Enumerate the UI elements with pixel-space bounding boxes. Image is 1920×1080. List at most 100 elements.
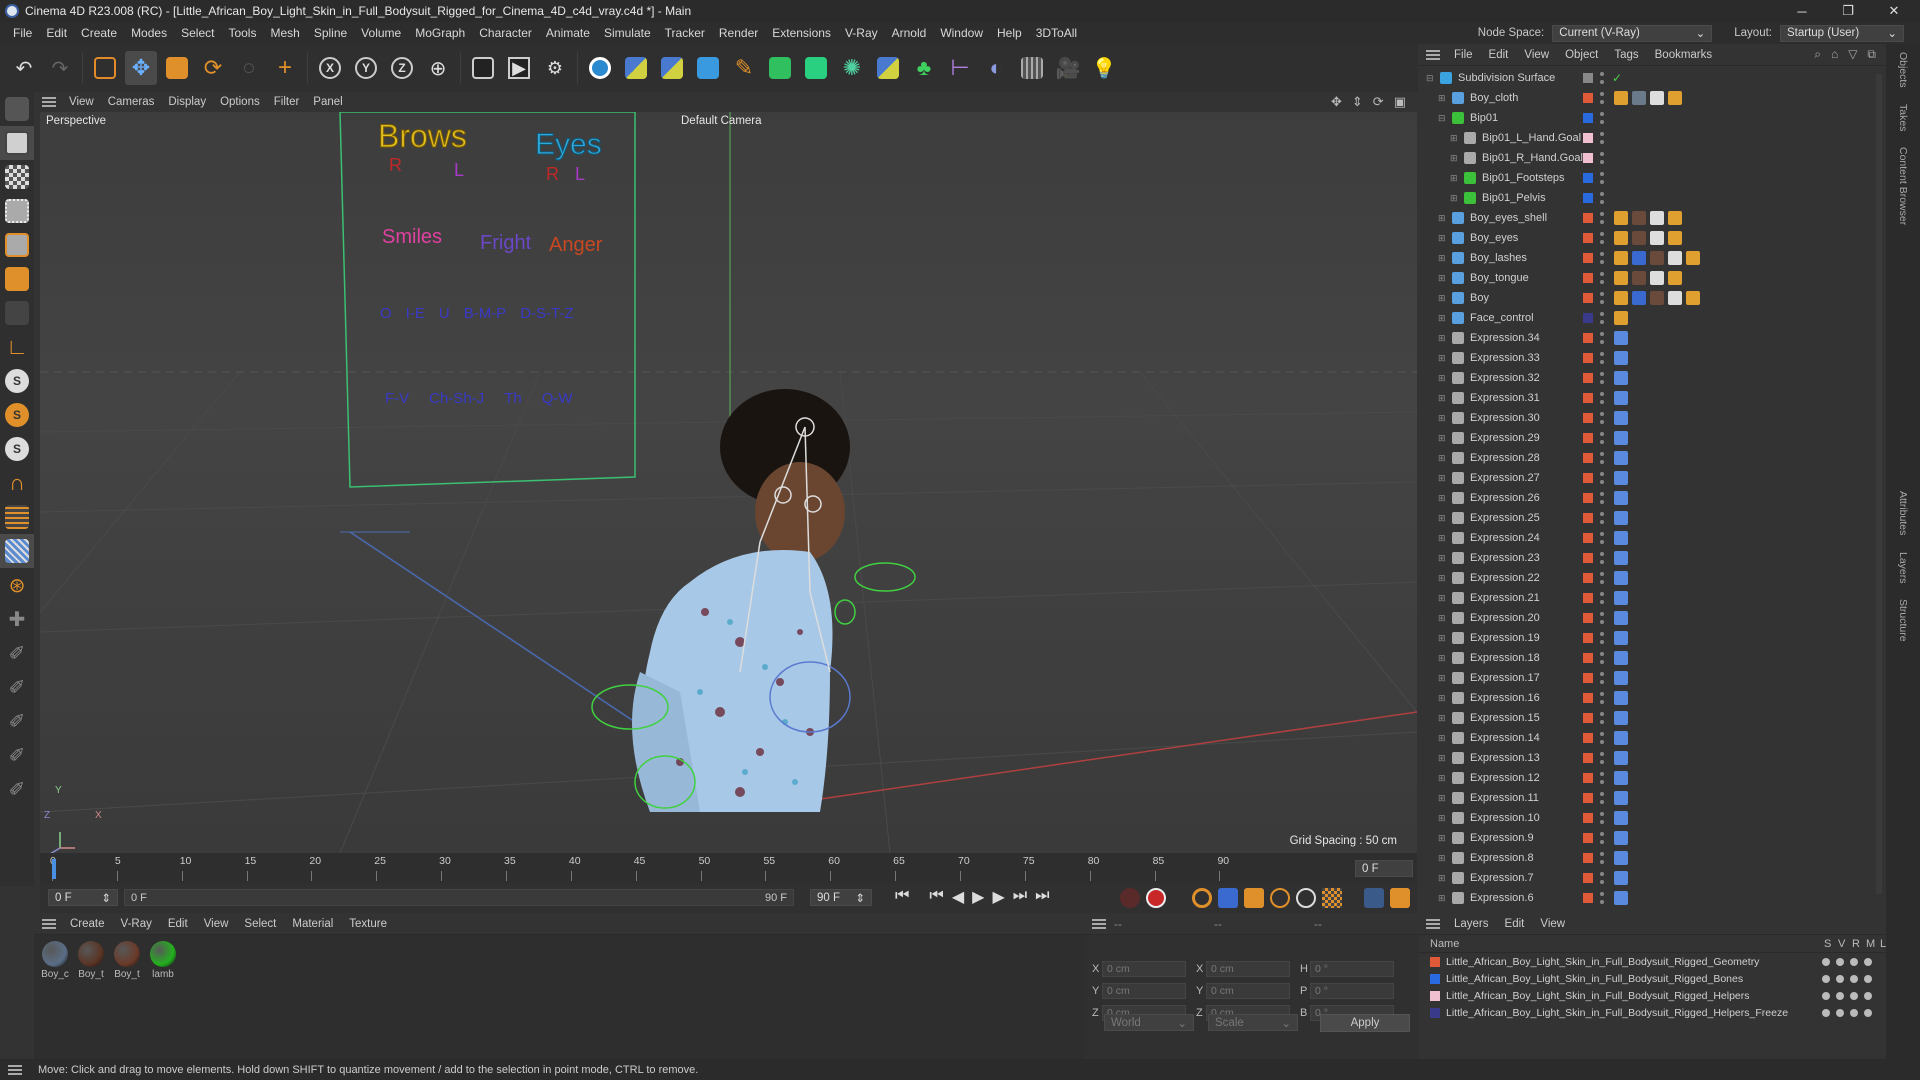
menu-tracker[interactable]: Tracker (658, 26, 712, 40)
menu-simulate[interactable]: Simulate (597, 26, 658, 40)
visibility-dots-icon[interactable] (1600, 352, 1604, 364)
object-row[interactable]: ⊞ Bip01_L_Hand.Goal (1418, 128, 1886, 148)
tag-icon[interactable] (1614, 671, 1628, 685)
layer-color-swatch[interactable] (1430, 973, 1440, 984)
manager-toggle-icon[interactable] (1864, 957, 1872, 966)
apply-button[interactable]: Apply (1320, 1014, 1410, 1032)
expand-toggle-icon[interactable]: ⊞ (1438, 553, 1450, 564)
solo-toggle-icon[interactable] (1822, 991, 1830, 1000)
layer-color-swatch[interactable] (1583, 873, 1593, 883)
expand-toggle-icon[interactable]: ⊞ (1438, 333, 1450, 344)
timeline-icon[interactable] (1390, 888, 1410, 908)
3d-viewport[interactable]: Brows Eyes R L R L Smiles Fright Anger O… (40, 112, 1417, 853)
visibility-dots-icon[interactable] (1600, 432, 1604, 444)
polygons-mode-button[interactable] (0, 262, 34, 296)
layer-color-swatch[interactable] (1583, 893, 1593, 903)
viewport-menu-icon[interactable] (42, 97, 56, 107)
tag-icon[interactable] (1614, 691, 1628, 705)
tag-icon[interactable] (1614, 231, 1628, 245)
x-axis-button[interactable]: X (314, 51, 346, 85)
object-row[interactable]: ⊞ Expression.17 (1418, 668, 1886, 688)
expand-toggle-icon[interactable]: ⊞ (1438, 533, 1450, 544)
visibility-dots-icon[interactable] (1600, 612, 1604, 624)
tag-icon[interactable] (1614, 251, 1628, 265)
camera-label[interactable]: Default Camera (681, 115, 762, 127)
object-row[interactable]: ⊞ Expression.24 (1418, 528, 1886, 548)
tag-icon[interactable] (1614, 791, 1628, 805)
coordinate-field[interactable]: 0 cm (1206, 961, 1290, 977)
coordinate-field[interactable]: 0 ° (1310, 983, 1394, 999)
visibility-dots-icon[interactable] (1600, 552, 1604, 564)
grid-button[interactable] (0, 534, 34, 568)
coordinates-menu-icon[interactable] (1092, 918, 1106, 929)
layer-row[interactable]: Little_African_Boy_Light_Skin_in_Full_Bo… (1418, 953, 1886, 970)
tag-icon[interactable] (1614, 351, 1628, 365)
layer-color-swatch[interactable] (1583, 413, 1593, 423)
object-row[interactable]: ⊞ Expression.15 (1418, 708, 1886, 728)
visibility-dots-icon[interactable] (1600, 772, 1604, 784)
material-menu-select[interactable]: Select (236, 918, 284, 930)
render-toggle-icon[interactable] (1850, 957, 1858, 966)
material-menu-edit[interactable]: Edit (160, 918, 196, 930)
end-frame-field[interactable]: 90 F ⇕ (810, 889, 872, 906)
visibility-dots-icon[interactable] (1600, 412, 1604, 424)
make-editable-button[interactable] (0, 92, 34, 126)
layout-dropdown[interactable]: Startup (User) ⌄ (1780, 24, 1904, 42)
menu-tools[interactable]: Tools (221, 26, 263, 40)
object-row[interactable]: ⊞ Expression.27 (1418, 468, 1886, 488)
expand-toggle-icon[interactable]: ⊞ (1438, 513, 1450, 524)
search-icon[interactable]: ⌕ (1814, 47, 1821, 62)
visible-eye-icon[interactable] (1836, 957, 1844, 966)
visibility-dots-icon[interactable] (1600, 112, 1604, 124)
y-axis-button[interactable]: Y (350, 51, 382, 85)
tag-icon[interactable] (1614, 731, 1628, 745)
sculpt-tool-button[interactable]: ✐ (0, 704, 34, 738)
expand-toggle-icon[interactable]: ⊞ (1438, 573, 1450, 584)
pen-button[interactable]: ✎ (728, 51, 760, 85)
layer-color-swatch[interactable] (1583, 713, 1593, 723)
coordinate-field[interactable]: 0 cm (1102, 961, 1186, 977)
expand-toggle-icon[interactable]: ⊞ (1450, 173, 1462, 184)
tag-icon[interactable] (1614, 511, 1628, 525)
layer-color-swatch[interactable] (1583, 853, 1593, 863)
tag-icon[interactable] (1668, 231, 1682, 245)
previous-frame-button[interactable]: ◀ (952, 887, 964, 907)
object-row[interactable]: ⊞ Face_control (1418, 308, 1886, 328)
solo-button[interactable]: S (0, 364, 34, 398)
array-button[interactable] (800, 51, 832, 85)
tag-icon[interactable] (1614, 611, 1628, 625)
object-row[interactable]: ⊞ Bip01_Pelvis (1418, 188, 1886, 208)
tag-icon[interactable] (1668, 291, 1682, 305)
visibility-dots-icon[interactable] (1600, 652, 1604, 664)
expand-toggle-icon[interactable]: ⊟ (1426, 73, 1438, 84)
manager-toggle-icon[interactable] (1864, 1008, 1872, 1017)
material-menu-texture[interactable]: Texture (341, 918, 395, 930)
menu-character[interactable]: Character (472, 26, 539, 40)
layer-color-swatch[interactable] (1583, 393, 1593, 403)
coordinate-field[interactable]: 0 cm (1206, 983, 1290, 999)
tag-icon[interactable] (1614, 271, 1628, 285)
maximize-button[interactable]: ❐ (1826, 0, 1870, 22)
preview-range-slider[interactable]: 0 F 90 F (124, 889, 794, 906)
solo-off-button[interactable]: S (0, 432, 34, 466)
object-menu-bookmarks[interactable]: Bookmarks (1647, 49, 1721, 61)
material-item[interactable]: Boy_c (40, 941, 70, 980)
tag-icon[interactable] (1668, 91, 1682, 105)
tag-icon[interactable] (1632, 291, 1646, 305)
solo-toggle-icon[interactable] (1822, 974, 1830, 983)
object-menu-edit[interactable]: Edit (1481, 49, 1517, 61)
relax-tool-button[interactable]: ✐ (0, 738, 34, 772)
object-row[interactable]: ⊞ Expression.23 (1418, 548, 1886, 568)
tag-icon[interactable] (1614, 891, 1628, 905)
expand-toggle-icon[interactable]: ⊞ (1438, 833, 1450, 844)
visibility-dots-icon[interactable] (1600, 192, 1604, 204)
coordinate-field[interactable]: 0 cm (1102, 983, 1186, 999)
viewport-menu-display[interactable]: Display (161, 96, 213, 108)
viewport-menu-view[interactable]: View (62, 96, 101, 108)
coordinate-field[interactable]: 0 ° (1310, 961, 1394, 977)
close-button[interactable]: ✕ (1872, 0, 1916, 22)
layer-color-swatch[interactable] (1583, 293, 1593, 303)
expand-toggle-icon[interactable]: ⊞ (1438, 213, 1450, 224)
expand-toggle-icon[interactable]: ⊞ (1438, 853, 1450, 864)
playhead[interactable] (52, 859, 56, 879)
